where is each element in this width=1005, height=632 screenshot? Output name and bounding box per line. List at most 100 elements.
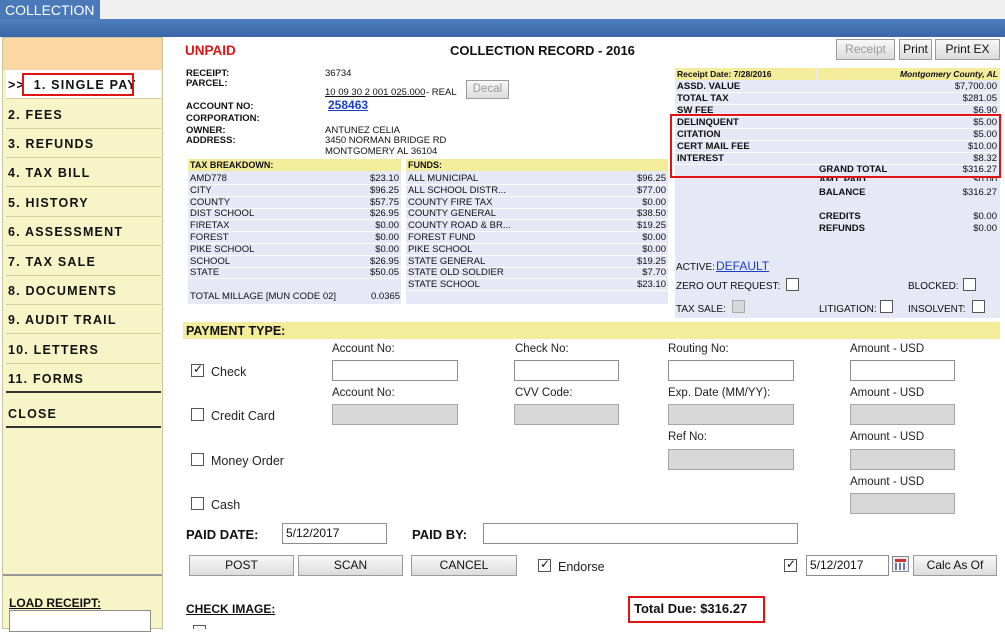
row-divider bbox=[406, 290, 668, 292]
sidebar-item-refunds[interactable]: 3. REFUNDS bbox=[6, 129, 161, 158]
summary-row-amount: $7,700.00 bbox=[954, 81, 997, 92]
cash-amount-input[interactable] bbox=[850, 493, 955, 514]
cvv-input[interactable] bbox=[514, 404, 619, 425]
credit-card-label: Credit Card bbox=[211, 409, 275, 423]
post-button[interactable]: POST bbox=[189, 555, 294, 576]
total-millage-value: 0.0365 bbox=[371, 291, 401, 302]
payment-type-header: PAYMENT TYPE: bbox=[183, 322, 1000, 339]
top-bar bbox=[0, 0, 1005, 19]
parcel-value[interactable]: 10 09 30 2 001 025.000 bbox=[325, 87, 425, 98]
endorse-checkbox[interactable] bbox=[538, 557, 551, 572]
sidebar-item-assessment[interactable]: 6. ASSESSMENT bbox=[6, 217, 161, 246]
sidebar-item-tax-sale[interactable]: 7. TAX SALE bbox=[6, 247, 161, 276]
account-no-label: Account No: bbox=[332, 343, 395, 355]
blocked-checkbox[interactable] bbox=[963, 278, 976, 291]
summary-row-name: TOTAL TAX bbox=[677, 93, 729, 104]
sidebar-item-forms[interactable]: 11. FORMS bbox=[6, 364, 161, 393]
sidebar-item-tax-bill[interactable]: 4. TAX BILL bbox=[6, 158, 161, 187]
address-line1: 3450 NORMAN BRIDGE RD bbox=[325, 135, 447, 146]
corporation-label: CORPORATION: bbox=[186, 113, 260, 124]
sidebar-item-close[interactable]: CLOSE bbox=[6, 399, 161, 428]
tax-breakdown-header: TAX BREAKDOWN: bbox=[188, 159, 401, 171]
ref-no-input[interactable] bbox=[668, 449, 794, 470]
tax-sale-checkbox[interactable] bbox=[732, 300, 745, 313]
money-order-checkbox[interactable] bbox=[191, 453, 204, 466]
paid-date-input[interactable]: 5/12/2017 bbox=[282, 523, 387, 544]
mo-amount-label: Amount - USD bbox=[850, 431, 925, 443]
exp-date-input[interactable] bbox=[668, 404, 794, 425]
sidebar-item-documents[interactable]: 8. DOCUMENTS bbox=[6, 276, 161, 305]
summary-row-amount: $281.05 bbox=[962, 93, 997, 104]
cash-amount-label: Amount - USD bbox=[850, 476, 925, 488]
active-label: ACTIVE: bbox=[676, 262, 715, 273]
cc-amount-input[interactable] bbox=[850, 404, 955, 425]
litigation-checkbox[interactable] bbox=[880, 300, 893, 313]
insolvent-label: INSOLVENT: bbox=[908, 304, 966, 315]
check-image-checkbox[interactable] bbox=[193, 625, 206, 629]
check-image-label: CHECK IMAGE: bbox=[186, 602, 276, 616]
cc-account-input[interactable] bbox=[332, 404, 458, 425]
cc-amount-label: Amount - USD bbox=[850, 387, 925, 399]
zero-out-checkbox[interactable] bbox=[786, 278, 799, 291]
receipt-value: 36734 bbox=[325, 68, 352, 79]
sidebar-header bbox=[3, 38, 162, 70]
parcel-label: PARCEL: bbox=[186, 78, 228, 89]
sidebar-item-letters[interactable]: 10. LETTERS bbox=[6, 335, 161, 364]
calc-date-input[interactable]: 5/12/2017 bbox=[806, 555, 889, 576]
row-divider bbox=[188, 278, 401, 280]
active-default-link[interactable]: DEFAULT bbox=[716, 259, 769, 273]
paid-by-input[interactable] bbox=[483, 523, 798, 544]
highlight-fees bbox=[670, 114, 1001, 178]
credit-card-checkbox[interactable] bbox=[191, 408, 204, 421]
page-title: COLLECTION RECORD - 2016 bbox=[450, 43, 635, 58]
tab-collection[interactable]: COLLECTION bbox=[0, 0, 100, 20]
cash-label: Cash bbox=[211, 498, 241, 512]
insolvent-checkbox[interactable] bbox=[972, 300, 985, 313]
total-due: Total Due: $316.27 bbox=[634, 601, 748, 616]
check-no-label: Check No: bbox=[515, 343, 569, 355]
scan-button[interactable]: SCAN bbox=[298, 555, 403, 576]
check-amount-input[interactable] bbox=[850, 360, 955, 381]
credits-value: $0.00 bbox=[973, 211, 997, 222]
check-account-input[interactable] bbox=[332, 360, 458, 381]
ref-no-label: Ref No: bbox=[668, 431, 707, 443]
exp-date-label: Exp. Date (MM/YY): bbox=[668, 387, 771, 399]
account-label: ACCOUNT NO: bbox=[186, 101, 254, 112]
check-label: Check bbox=[211, 365, 247, 379]
zero-out-label: ZERO OUT REQUEST: bbox=[676, 281, 781, 292]
receipt-date: Receipt Date: 7/28/2016 bbox=[675, 68, 815, 80]
money-order-label: Money Order bbox=[211, 454, 284, 468]
cancel-button[interactable]: CANCEL bbox=[411, 555, 517, 576]
credits-label: CREDITS bbox=[819, 211, 861, 222]
sidebar-item-fees[interactable]: 2. FEES bbox=[6, 100, 161, 129]
refunds-value: $0.00 bbox=[973, 223, 997, 234]
check-checkbox[interactable] bbox=[191, 362, 204, 377]
calc-as-of-button[interactable]: Calc As Of bbox=[913, 555, 997, 576]
receipt-button[interactable]: Receipt bbox=[836, 39, 895, 60]
balance-value: $316.27 bbox=[962, 187, 997, 198]
address-line2: MONTGOMERY AL 36104 bbox=[325, 146, 438, 157]
routing-no-label: Routing No: bbox=[668, 343, 729, 355]
routing-no-input[interactable] bbox=[668, 360, 794, 381]
sidebar-divider bbox=[3, 574, 162, 576]
cash-checkbox[interactable] bbox=[191, 497, 204, 510]
cc-account-no-label: Account No: bbox=[332, 387, 395, 399]
address-label: ADDRESS: bbox=[186, 135, 236, 146]
check-no-input[interactable] bbox=[514, 360, 619, 381]
header-strip bbox=[0, 19, 1005, 37]
calc-date-checkbox[interactable] bbox=[784, 557, 797, 572]
print-ex-button[interactable]: Print EX bbox=[935, 39, 1000, 60]
calendar-icon[interactable] bbox=[892, 556, 909, 572]
summary-row-name: ASSD. VALUE bbox=[677, 81, 741, 92]
sidebar-item-history[interactable]: 5. HISTORY bbox=[6, 188, 161, 217]
endorse-label: Endorse bbox=[558, 560, 605, 574]
load-receipt-label: LOAD RECEIPT: bbox=[9, 596, 102, 610]
sidebar-item-audit-trail[interactable]: 9. AUDIT TRAIL bbox=[6, 305, 161, 334]
account-link[interactable]: 258463 bbox=[328, 98, 368, 112]
decal-button[interactable]: Decal bbox=[466, 80, 509, 99]
mo-amount-input[interactable] bbox=[850, 449, 955, 470]
main-panel: UNPAID COLLECTION RECORD - 2016 Receipt … bbox=[163, 37, 1005, 629]
total-millage-label: TOTAL MILLAGE [MUN CODE 02] bbox=[190, 291, 337, 302]
print-button[interactable]: Print bbox=[899, 39, 932, 60]
amount-usd-label: Amount - USD bbox=[850, 343, 925, 355]
